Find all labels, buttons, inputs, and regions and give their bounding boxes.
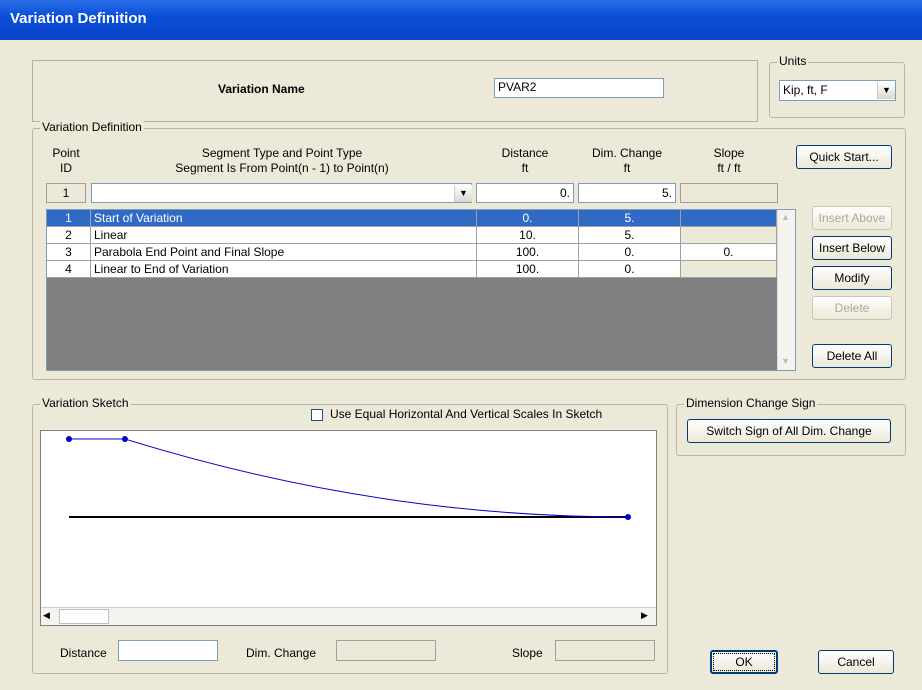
slope-readout: [555, 640, 655, 661]
col-header-dim-change: Dim. Change ft: [591, 146, 663, 175]
insert-above-button[interactable]: Insert Above: [812, 206, 892, 230]
edit-slope-input: [680, 183, 778, 203]
sketch-svg: [66, 436, 631, 520]
cancel-button[interactable]: Cancel: [818, 650, 894, 674]
col-header-distance: Distance ft: [501, 146, 549, 175]
segment-dropdown-arrow-icon[interactable]: ▼: [454, 185, 472, 202]
table-row[interactable]: 3 Parabola End Point and Final Slope 100…: [47, 244, 795, 261]
modify-button[interactable]: Modify: [812, 266, 892, 290]
delete-button[interactable]: Delete: [812, 296, 892, 320]
scroll-left-icon[interactable]: ◀: [43, 610, 50, 621]
col-header-slope: Slope ft / ft: [713, 146, 745, 175]
col-header-point-id: Point ID: [52, 146, 80, 175]
distance-label: Distance: [60, 646, 107, 660]
units-selected-value: Kip, ft, F: [783, 83, 828, 97]
segment-table[interactable]: 1 Start of Variation 0. 5. 2 Linear 10. …: [46, 209, 796, 371]
edit-segment-select[interactable]: [91, 183, 472, 203]
dim-change-readout: [336, 640, 436, 661]
equal-scales-label: Use Equal Horizontal And Vertical Scales…: [330, 407, 603, 421]
sketch-profile-line: [69, 438, 629, 518]
dimension-change-sign-legend: Dimension Change Sign: [684, 396, 818, 410]
sketch-point: [625, 514, 631, 520]
edit-point-id: 1: [46, 183, 86, 203]
table-row[interactable]: 4 Linear to End of Variation 100. 0.: [47, 261, 795, 278]
window-title: Variation Definition: [10, 10, 147, 27]
scroll-down-icon[interactable]: ▼: [781, 356, 790, 366]
edit-dim-change-input[interactable]: 5.: [578, 183, 676, 203]
table-row[interactable]: 1 Start of Variation 0. 5.: [47, 210, 795, 227]
variation-name-label: Variation Name: [218, 82, 305, 96]
switch-sign-button[interactable]: Switch Sign of All Dim. Change: [687, 419, 891, 443]
table-vertical-scrollbar[interactable]: ▲ ▼: [777, 210, 795, 370]
scroll-thumb[interactable]: [59, 609, 109, 624]
distance-readout: [118, 640, 218, 661]
title-bar: Variation Definition: [0, 0, 922, 40]
scroll-up-icon[interactable]: ▲: [781, 212, 790, 222]
sketch-point: [66, 436, 72, 442]
units-legend: Units: [777, 54, 809, 68]
ok-button[interactable]: OK: [710, 650, 778, 674]
equal-scales-checkbox[interactable]: [311, 409, 323, 421]
units-dropdown-arrow-icon[interactable]: ▼: [877, 82, 895, 99]
variation-sketch-legend: Variation Sketch: [40, 396, 131, 410]
insert-below-button[interactable]: Insert Below: [812, 236, 892, 260]
quick-start-button[interactable]: Quick Start...: [796, 145, 892, 169]
variation-name-input[interactable]: PVAR2: [494, 78, 664, 98]
delete-all-button[interactable]: Delete All: [812, 344, 892, 368]
sketch-horizontal-scrollbar[interactable]: ◀ ▶: [41, 607, 656, 625]
dim-change-label: Dim. Change: [246, 646, 317, 660]
scroll-right-icon[interactable]: ▶: [641, 610, 648, 621]
edit-distance-input[interactable]: 0.: [476, 183, 574, 203]
col-header-segment: Segment Type and Point Type Segment Is Fr…: [175, 146, 389, 175]
sketch-canvas[interactable]: ◀ ▶: [40, 430, 657, 626]
table-row[interactable]: 2 Linear 10. 5.: [47, 227, 795, 244]
slope-label: Slope: [512, 646, 543, 660]
sketch-point: [121, 436, 128, 442]
variation-definition-legend: Variation Definition: [40, 120, 144, 134]
